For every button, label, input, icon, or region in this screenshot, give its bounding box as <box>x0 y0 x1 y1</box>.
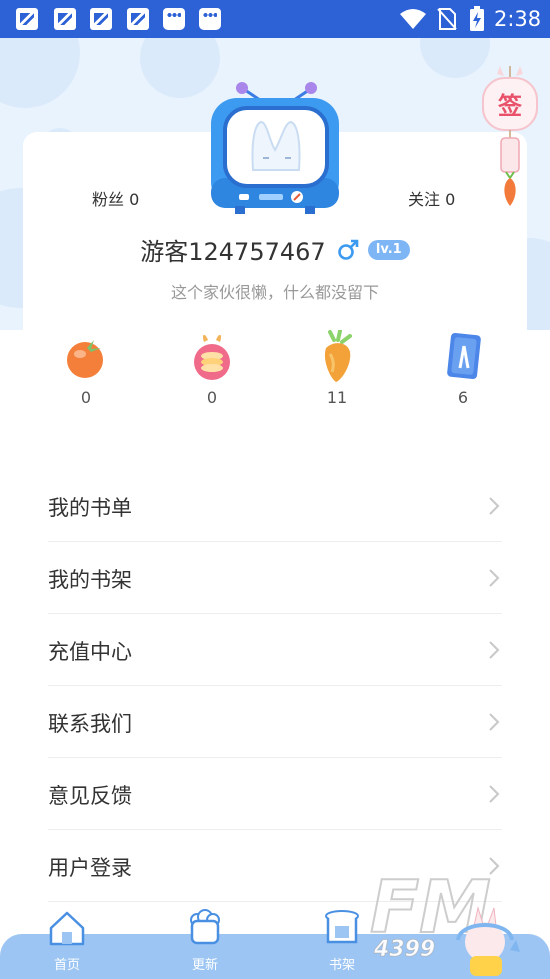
menu-item-contact-us[interactable]: 联系我们 <box>48 686 502 758</box>
no-sim-icon <box>437 8 457 30</box>
clock: 2:38 <box>494 7 542 31</box>
profile-screen: 2:38 粉丝 0 关注 0 游客124757467 lv.1 这个家伙很懒，什… <box>0 0 550 979</box>
app-notification-icon <box>16 8 38 30</box>
chevron-right-icon <box>489 785 500 803</box>
username: 游客124757467 <box>140 238 326 266</box>
following-count[interactable]: 关注 0 <box>408 186 455 210</box>
menu-item-my-bookshelf[interactable]: 我的书架 <box>48 542 502 614</box>
bio-text: 这个家伙很懒，什么都没留下 <box>170 283 379 302</box>
menu-item-label: 我的书架 <box>48 568 132 592</box>
battery-charging-icon <box>470 6 484 31</box>
menu-item-feedback[interactable]: 意见反馈 <box>48 758 502 830</box>
bookshelf-icon <box>325 910 359 944</box>
sign-in-label: 签 <box>497 92 523 120</box>
stat-carrot[interactable]: 11 <box>297 330 377 407</box>
followers-count[interactable]: 粉丝 0 <box>92 186 139 210</box>
tab-update[interactable]: 更新 <box>175 908 235 976</box>
coin-stack-icon <box>194 334 230 380</box>
stat-value: 0 <box>206 388 218 407</box>
home-icon <box>49 911 85 946</box>
app-notification-icon <box>127 8 149 30</box>
chevron-right-icon <box>489 497 500 515</box>
menu-item-label: 用户登录 <box>48 856 132 880</box>
stat-value: 11 <box>326 388 348 407</box>
menu-item-label: 充值中心 <box>48 640 132 664</box>
chevron-right-icon <box>489 713 500 731</box>
stat-value: 0 <box>80 388 92 407</box>
tab-home[interactable]: 首页 <box>37 908 97 976</box>
stat-coins[interactable]: 0 <box>172 330 252 407</box>
male-icon <box>337 239 359 260</box>
wifi-icon <box>400 9 426 29</box>
carrot-card-icon <box>447 332 481 380</box>
stat-value: 6 <box>457 388 469 407</box>
menu-item-recharge[interactable]: 充值中心 <box>48 614 502 686</box>
stat-tomato[interactable]: 0 <box>46 330 126 407</box>
app-notification-icon <box>90 8 112 30</box>
tomato-icon <box>67 340 103 378</box>
watermark-text: 4399 <box>373 937 435 962</box>
status-bar: 2:38 <box>0 0 550 38</box>
tab-label: 首页 <box>53 958 80 973</box>
menu-item-label: 意见反馈 <box>48 784 132 808</box>
stat-carrot-card[interactable]: 6 <box>423 330 503 407</box>
bag-notification-icon <box>199 8 221 30</box>
sign-in-charm[interactable]: 签 <box>480 66 540 211</box>
app-notification-icon <box>54 8 76 30</box>
level-badge: lv.1 <box>367 239 410 260</box>
tab-label: 更新 <box>191 958 218 973</box>
update-icon <box>190 909 220 945</box>
bag-notification-icon <box>163 8 185 30</box>
chevron-right-icon <box>489 569 500 587</box>
tv-avatar[interactable] <box>205 80 343 215</box>
menu-item-label: 联系我们 <box>48 712 132 736</box>
menu-item-my-booklist[interactable]: 我的书单 <box>48 470 502 542</box>
carrot-icon <box>324 330 352 382</box>
username-row: 游客124757467 lv.1 <box>0 232 550 266</box>
chevron-right-icon <box>489 641 500 659</box>
watermark-logo: FM 4399 <box>369 864 520 976</box>
menu-item-label: 我的书单 <box>48 496 132 520</box>
